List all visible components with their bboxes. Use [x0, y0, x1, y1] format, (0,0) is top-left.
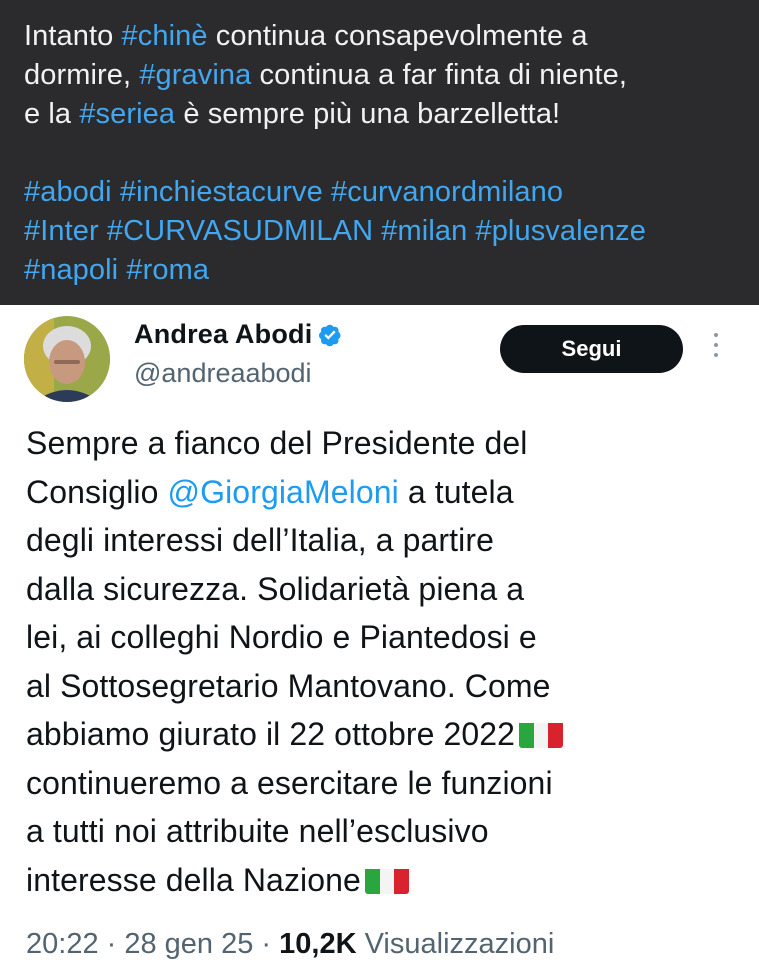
- tweet-line: continueremo a esercitare le funzioni: [26, 764, 553, 801]
- italy-flag-icon: [364, 864, 409, 894]
- tweet-date[interactable]: 28 gen 25: [124, 928, 253, 960]
- tweet-time[interactable]: 20:22: [26, 928, 99, 960]
- tweet-text-fragment: abbiamo giurato il 22 ottobre 2022: [26, 716, 516, 752]
- post-line: dormire, #gravina continua a far finta d…: [24, 56, 739, 95]
- post-text: continua a far finta di niente,: [251, 59, 627, 91]
- tweet-metadata: 20:22 · 28 gen 25 · 10,2K Visualizzazion…: [26, 928, 554, 960]
- post-text: Intanto: [24, 20, 122, 52]
- meta-separator: ·: [253, 928, 280, 960]
- post-text: è sempre più una barzelletta!: [175, 98, 561, 130]
- hashtag-link[interactable]: #seriea: [79, 98, 175, 130]
- tweet-text-fragment: Consiglio: [26, 473, 168, 510]
- tweet-line: Sempre a fianco del Presidente del: [26, 425, 528, 461]
- tweet-line: lei, ai colleghi Nordio e Piantedosi e: [26, 619, 537, 655]
- author-display-name[interactable]: Andrea Abodi: [134, 319, 312, 350]
- post-text: e la: [24, 98, 80, 130]
- hashtag-link[interactable]: #gravina: [139, 59, 251, 91]
- tweet-line: dalla sicurezza. Solidarietà piena a: [26, 570, 525, 607]
- tweet-text-fragment: a tutela: [398, 473, 514, 510]
- hashtag-line[interactable]: #abodi #inchiestacurve #curvanordmilano: [24, 173, 739, 212]
- hashtag-line[interactable]: #napoli #roma: [24, 251, 739, 290]
- author-name-row: Andrea Abodi: [134, 319, 342, 350]
- author-avatar[interactable]: [24, 316, 110, 402]
- tweet-line: interesse della Nazione: [26, 856, 746, 905]
- tweet-text-fragment: interesse della Nazione: [26, 861, 361, 898]
- hashtag-link[interactable]: #chinè: [122, 20, 208, 52]
- tweet-line: a tutti noi attribuite nell’esclusivo: [26, 813, 489, 849]
- more-vertical-icon[interactable]: [709, 333, 723, 363]
- views-count: 10,2K: [279, 928, 357, 960]
- tweet-line: degli interessi dell’Italia, a partire: [26, 522, 495, 558]
- tweet-line: abbiamo giurato il 22 ottobre 2022: [26, 710, 746, 759]
- post-line: Intanto #chinè continua consapevolmente …: [24, 17, 739, 56]
- quoted-post-text: Intanto #chinè continua consapevolmente …: [0, 0, 759, 305]
- italy-flag-icon: [519, 718, 564, 748]
- verified-badge-icon: [319, 324, 341, 346]
- tweet-line: Consiglio @GiorgiaMeloni a tutela: [26, 468, 746, 517]
- meta-separator: ·: [98, 928, 125, 960]
- avatar-portrait-icon: [24, 316, 110, 402]
- post-line: e la #seriea è sempre più una barzellett…: [24, 95, 739, 134]
- tweet-line: al Sottosegretario Mantovano. Come: [26, 667, 551, 704]
- mention-link[interactable]: @GiorgiaMeloni: [168, 474, 399, 510]
- tweet-text: Sempre a fianco del Presidente del Consi…: [26, 419, 746, 904]
- views-label: Visualizzazioni: [356, 928, 555, 960]
- post-text: continua consapevolmente a: [207, 20, 588, 52]
- tweet-card: Andrea Abodi @andreaabodi Segui Sempre a…: [0, 305, 759, 960]
- follow-button[interactable]: Segui: [500, 325, 683, 373]
- hashtag-line[interactable]: #Inter #CURVASUDMILAN #milan #plusvalenz…: [24, 212, 739, 251]
- post-text: dormire,: [24, 59, 140, 91]
- author-handle[interactable]: @andreaabodi: [134, 358, 312, 389]
